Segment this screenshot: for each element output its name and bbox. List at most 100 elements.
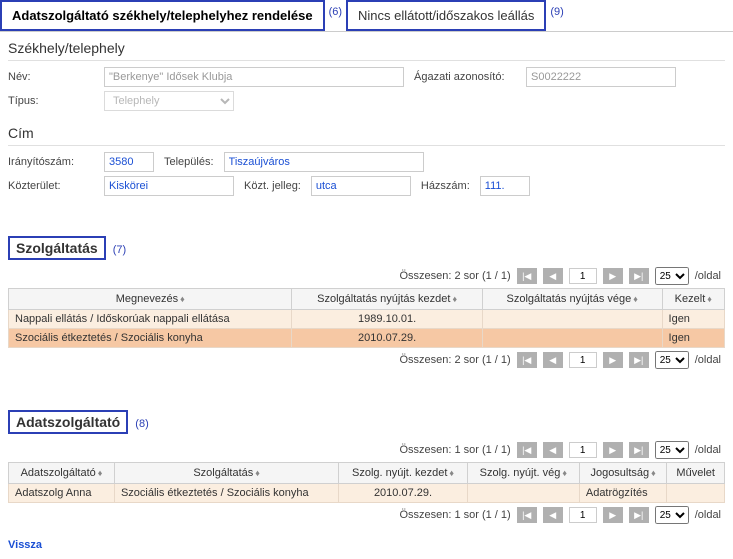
sort-icon: ♦ <box>253 468 260 478</box>
cell-vege <box>482 310 662 329</box>
pager-provider-bottom: Összesen: 1 sor (1 / 1) |◀ ◀ ▶ ▶| 25 /ol… <box>8 503 725 527</box>
pager-next-icon[interactable]: ▶ <box>603 352 623 368</box>
cell-vege <box>482 329 662 348</box>
col-vege[interactable]: Szolg. nyújt. vég♦ <box>467 463 579 484</box>
tab-bar: Adatszolgáltató székhely/telephelyhez re… <box>0 0 733 32</box>
section-title-service: Szolgáltatás <box>8 236 106 260</box>
annot-7: (7) <box>109 238 130 262</box>
pager-first-icon[interactable]: |◀ <box>517 507 537 523</box>
pager-page-input[interactable] <box>569 507 597 523</box>
field-street-type[interactable] <box>311 176 411 196</box>
pager-last-icon[interactable]: ▶| <box>629 507 649 523</box>
pager-page-input[interactable] <box>569 442 597 458</box>
pager-prev-icon[interactable]: ◀ <box>543 507 563 523</box>
col-jogosultsag[interactable]: Jogosultság♦ <box>579 463 667 484</box>
col-vege[interactable]: Szolgáltatás nyújtás vége♦ <box>482 289 662 310</box>
cell-jogosultsag: Adatrögzítés <box>579 484 667 503</box>
col-adatszolg[interactable]: Adatszolgáltató♦ <box>9 463 115 484</box>
section-title-provider: Adatszolgáltató <box>8 410 128 434</box>
label-street-type: Közt. jelleg: <box>240 180 305 192</box>
pager-next-icon[interactable]: ▶ <box>603 268 623 284</box>
table-row[interactable]: Szociális étkeztetés / Szociális konyha … <box>9 329 725 348</box>
label-sector-id: Ágazati azonosító: <box>410 71 520 83</box>
pager-prev-icon[interactable]: ◀ <box>543 268 563 284</box>
pager-next-icon[interactable]: ▶ <box>603 442 623 458</box>
cell-kezelt: Igen <box>662 310 724 329</box>
table-provider: Adatszolgáltató♦ Szolgáltatás♦ Szolg. ny… <box>8 462 725 503</box>
cell-kezelt: Igen <box>662 329 724 348</box>
sort-icon: ♦ <box>450 294 457 304</box>
table-row[interactable]: Adatszolg Anna Szociális étkeztetés / Sz… <box>9 484 725 503</box>
col-kezdet[interactable]: Szolgáltatás nyújtás kezdet♦ <box>292 289 482 310</box>
pager-summary: Összesen: 2 sor (1 / 1) <box>399 270 510 282</box>
label-house-no: Házszám: <box>417 180 474 192</box>
pager-next-icon[interactable]: ▶ <box>603 507 623 523</box>
pager-suffix: /oldal <box>695 270 721 282</box>
col-muvelet: Művelet <box>667 463 725 484</box>
col-kezelt[interactable]: Kezelt♦ <box>662 289 724 310</box>
field-city[interactable] <box>224 152 424 172</box>
annot-9: (9) <box>546 0 567 31</box>
pager-size-select[interactable]: 25 <box>655 267 689 285</box>
cell-muvelet[interactable] <box>667 484 725 503</box>
section-provider: Adatszolgáltató (8) Összesen: 1 sor (1 /… <box>0 406 733 531</box>
field-house-no[interactable] <box>480 176 530 196</box>
label-zip: Irányítószám: <box>8 156 98 168</box>
section-address: Cím Irányítószám: Település: Közterület:… <box>0 117 733 202</box>
field-zip[interactable] <box>104 152 154 172</box>
annot-8: (8) <box>131 412 152 436</box>
section-title-address: Cím <box>8 121 725 146</box>
sort-icon: ♦ <box>96 468 103 478</box>
annot-6: (6) <box>325 0 346 31</box>
cell-kezdet: 1989.10.01. <box>292 310 482 329</box>
pager-service-top: Összesen: 2 sor (1 / 1) |◀ ◀ ▶ ▶| 25 /ol… <box>8 264 725 288</box>
back-link[interactable]: Vissza <box>0 531 50 559</box>
col-megnevezes[interactable]: Megnevezés♦ <box>9 289 292 310</box>
cell-kezdet: 2010.07.29. <box>339 484 468 503</box>
field-street[interactable] <box>104 176 234 196</box>
sort-icon: ♦ <box>560 468 567 478</box>
pager-last-icon[interactable]: ▶| <box>629 268 649 284</box>
cell-megnevezes: Nappali ellátás / Időskorúak nappali ell… <box>9 310 292 329</box>
pager-provider-top: Összesen: 1 sor (1 / 1) |◀ ◀ ▶ ▶| 25 /ol… <box>8 438 725 462</box>
section-site: Székhely/telephely Név: Ágazati azonosít… <box>0 32 733 117</box>
sort-icon: ♦ <box>447 468 454 478</box>
field-sector-id <box>526 67 676 87</box>
pager-suffix: /oldal <box>695 444 721 456</box>
col-szolg[interactable]: Szolgáltatás♦ <box>114 463 338 484</box>
pager-size-select[interactable]: 25 <box>655 506 689 524</box>
pager-size-select[interactable]: 25 <box>655 351 689 369</box>
pager-service-bottom: Összesen: 2 sor (1 / 1) |◀ ◀ ▶ ▶| 25 /ol… <box>8 348 725 372</box>
pager-prev-icon[interactable]: ◀ <box>543 442 563 458</box>
pager-suffix: /oldal <box>695 509 721 521</box>
cell-kezdet: 2010.07.29. <box>292 329 482 348</box>
table-row[interactable]: Nappali ellátás / Időskorúak nappali ell… <box>9 310 725 329</box>
section-title-site: Székhely/telephely <box>8 36 725 61</box>
sort-icon: ♦ <box>649 468 656 478</box>
pager-first-icon[interactable]: |◀ <box>517 352 537 368</box>
pager-page-input[interactable] <box>569 352 597 368</box>
pager-first-icon[interactable]: |◀ <box>517 268 537 284</box>
field-name <box>104 67 404 87</box>
label-street: Közterület: <box>8 180 98 192</box>
sort-icon: ♦ <box>178 294 185 304</box>
label-city: Település: <box>160 156 218 168</box>
pager-last-icon[interactable]: ▶| <box>629 442 649 458</box>
pager-last-icon[interactable]: ▶| <box>629 352 649 368</box>
tab-no-client-downtime[interactable]: Nincs ellátott/időszakos leállás <box>346 0 546 31</box>
sort-icon: ♦ <box>705 294 712 304</box>
label-name: Név: <box>8 71 98 83</box>
pager-prev-icon[interactable]: ◀ <box>543 352 563 368</box>
pager-size-select[interactable]: 25 <box>655 441 689 459</box>
pager-first-icon[interactable]: |◀ <box>517 442 537 458</box>
pager-summary: Összesen: 1 sor (1 / 1) <box>399 444 510 456</box>
cell-megnevezes: Szociális étkeztetés / Szociális konyha <box>9 329 292 348</box>
field-type: Telephely <box>104 91 234 111</box>
tab-assign-provider[interactable]: Adatszolgáltató székhely/telephelyhez re… <box>0 0 325 31</box>
section-service: Szolgáltatás (7) Összesen: 2 sor (1 / 1)… <box>0 232 733 376</box>
pager-page-input[interactable] <box>569 268 597 284</box>
cell-adatszolg: Adatszolg Anna <box>9 484 115 503</box>
sort-icon: ♦ <box>631 294 638 304</box>
col-kezdet[interactable]: Szolg. nyújt. kezdet♦ <box>339 463 468 484</box>
pager-suffix: /oldal <box>695 354 721 366</box>
